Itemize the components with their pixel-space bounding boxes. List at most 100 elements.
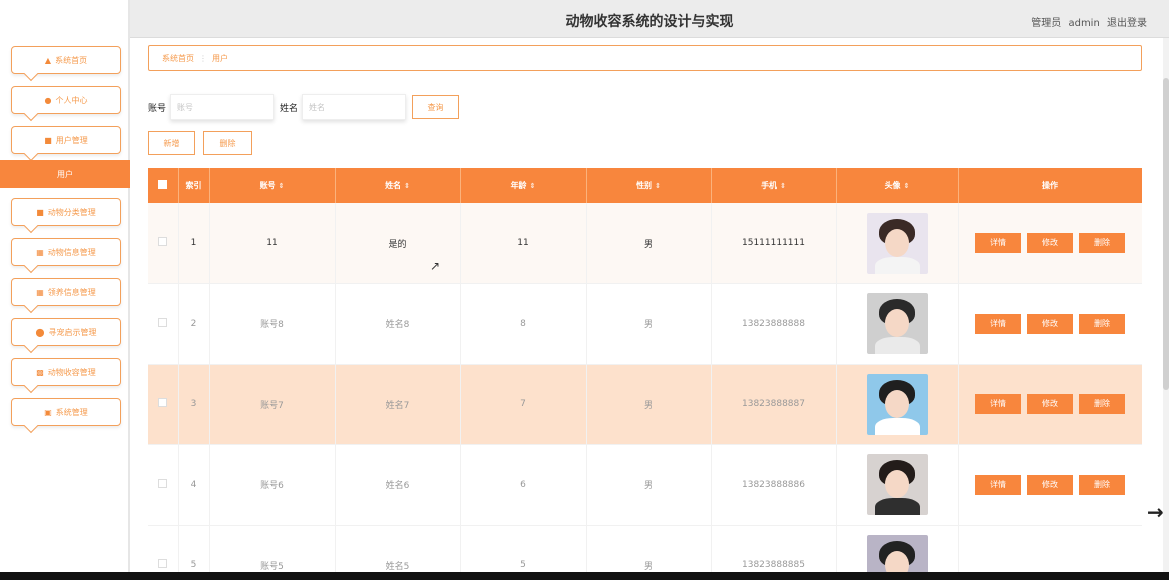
bottom-bar [0,572,1169,580]
name-label: 姓名 [280,103,299,114]
cell-age: 11 [460,203,587,284]
scrollbar-thumb[interactable] [1163,78,1169,390]
sidebar: ▲ 系统首页 ● 个人中心 ■ 用户管理 用户 ■ 动物分类管理 ▦ 动物信息管… [0,0,130,572]
cell-age: 6 [460,444,587,526]
column-header-gender[interactable]: 性别 ⇕ [586,168,712,203]
table-row: 2 账号8 姓名8 8 男 13823888888 详情 修改 删除 [148,283,1142,365]
header: 动物收容系统的设计与实现 管理员 admin 退出登录 [130,0,1169,38]
edit-button[interactable]: 修改 [1027,313,1073,334]
drop-icon: ⬤ [35,327,45,337]
cell-name: 姓名8 [335,283,461,365]
sidebar-item-label: 动物信息管理 [47,247,96,257]
add-button[interactable]: 新增 [148,131,195,155]
delete-button[interactable]: 删除 [1079,233,1125,253]
detail-button[interactable]: 详情 [975,313,1021,334]
cell-gender: 男 [586,525,712,572]
sidebar-item-lost-pet-notice[interactable]: ⬤ 寻宠启示管理 [11,318,121,346]
sidebar-item-system[interactable]: ▣ 系统管理 [11,398,121,426]
column-header-name[interactable]: 姓名 ⇕ [335,168,461,203]
sidebar-subitem-label: 用户 [57,169,73,179]
sidebar-item-user-management[interactable]: ■ 用户管理 [11,126,121,154]
cell-actions [958,525,1142,572]
logout-link[interactable]: 退出登录 [1107,18,1147,29]
cell-index: 4 [178,444,210,526]
batch-delete-button[interactable]: 删除 [203,131,252,155]
sidebar-item-label: 领养信息管理 [47,287,96,297]
query-button[interactable]: 查询 [412,95,460,119]
row-checkbox[interactable] [148,203,179,284]
name-search-input[interactable] [302,94,407,120]
delete-button[interactable]: 删除 [1079,313,1125,334]
edit-button[interactable]: 修改 [1027,394,1073,415]
sidebar-item-animal-info[interactable]: ▦ 动物信息管理 [11,238,121,266]
account-label: 账号 [148,103,167,114]
sidebar-item-adoption-info[interactable]: ▦ 领养信息管理 [11,278,121,306]
cell-gender: 男 [586,444,712,526]
sidebar-item-home[interactable]: ▲ 系统首页 [11,46,121,74]
column-header-age[interactable]: 年龄 ⇕ [460,168,587,203]
sort-icon: ⇕ [780,182,786,190]
delete-button[interactable]: 删除 [1079,394,1125,415]
user-icon: ● [44,95,52,105]
cell-avatar [836,444,959,526]
detail-button[interactable]: 详情 [975,474,1021,495]
cell-account: 账号8 [209,283,336,365]
grid-icon: ▦ [36,247,44,257]
detail-button[interactable]: 详情 [975,233,1021,253]
mouse-cursor-icon: ↗ [430,259,441,273]
user-name: admin [1068,18,1100,29]
avatar [866,373,928,435]
cell-avatar [836,283,959,365]
sort-icon: ⇕ [529,182,536,190]
detail-button[interactable]: 详情 [975,394,1021,415]
action-bar: 新增 删除 [148,131,252,155]
ticket-icon: ▩ [36,367,44,377]
row-checkbox[interactable] [148,444,179,526]
cell-age: 5 [460,525,587,572]
search-bar: 账号 姓名 查询 [148,94,460,120]
edit-button[interactable]: 修改 [1027,474,1073,495]
sidebar-item-animal-category[interactable]: ■ 动物分类管理 [11,198,121,226]
select-all-checkbox[interactable] [148,168,179,203]
sidebar-item-label: 动物分类管理 [47,207,96,217]
cell-actions: 详情 修改 删除 [958,203,1142,284]
cell-gender: 男 [586,364,712,445]
table-row: 1 11 是的 11 男 15111111111 详情 修改 删除 [148,203,1142,284]
cell-account: 11 [209,203,336,284]
sidebar-subitem-user[interactable]: 用户 [0,160,130,188]
cell-index: 1 [178,203,210,284]
overlay-logo-icon: → [1147,500,1164,524]
row-checkbox[interactable] [148,525,179,572]
sidebar-item-label: 动物收容管理 [47,367,96,377]
row-checkbox[interactable] [148,364,179,445]
column-header-phone[interactable]: 手机 ⇕ [711,168,837,203]
cell-account: 账号5 [209,525,336,572]
app: ▲ 系统首页 ● 个人中心 ■ 用户管理 用户 ■ 动物分类管理 ▦ 动物信息管… [0,0,1169,580]
briefcase-icon: ▣ [44,407,52,417]
delete-button[interactable]: 删除 [1079,474,1125,495]
sort-icon: ⇕ [278,182,285,190]
user-table: 索引 账号 ⇕ 姓名 ⇕ 年龄 ⇕ 性别 ⇕ 手机 ⇕ 头像 ⇕ 操作 1 11 是的 [148,168,1142,572]
sidebar-item-profile[interactable]: ● 个人中心 [11,86,121,114]
breadcrumb-home[interactable]: 系统首页 [162,53,194,64]
page-scrollbar[interactable] [1163,38,1169,572]
table-row: 3 账号7 姓名7 7 男 13823888887 详情 修改 删除 [148,364,1142,445]
edit-button[interactable]: 修改 [1027,233,1073,253]
home-icon: ▲ [44,55,52,65]
cell-account: 账号6 [209,444,336,526]
column-header-avatar[interactable]: 头像 ⇕ [836,168,959,203]
cell-name: 姓名6 [335,444,461,526]
sidebar-item-shelter[interactable]: ▩ 动物收容管理 [11,358,121,386]
column-header-account[interactable]: 账号 ⇕ [209,168,336,203]
cell-phone: 13823888886 [711,444,837,526]
cell-avatar [836,525,959,572]
row-checkbox[interactable] [148,283,179,365]
cell-account: 账号7 [209,364,336,445]
cell-name: 是的 [335,203,461,284]
sort-icon: ⇕ [404,182,410,190]
sidebar-item-label: 用户管理 [55,135,88,145]
table-row: 5 账号5 姓名5 5 男 13823888885 [148,525,1142,572]
account-search-input[interactable] [170,94,275,120]
sidebar-item-label: 个人中心 [55,95,88,105]
cell-gender: 男 [586,203,712,284]
